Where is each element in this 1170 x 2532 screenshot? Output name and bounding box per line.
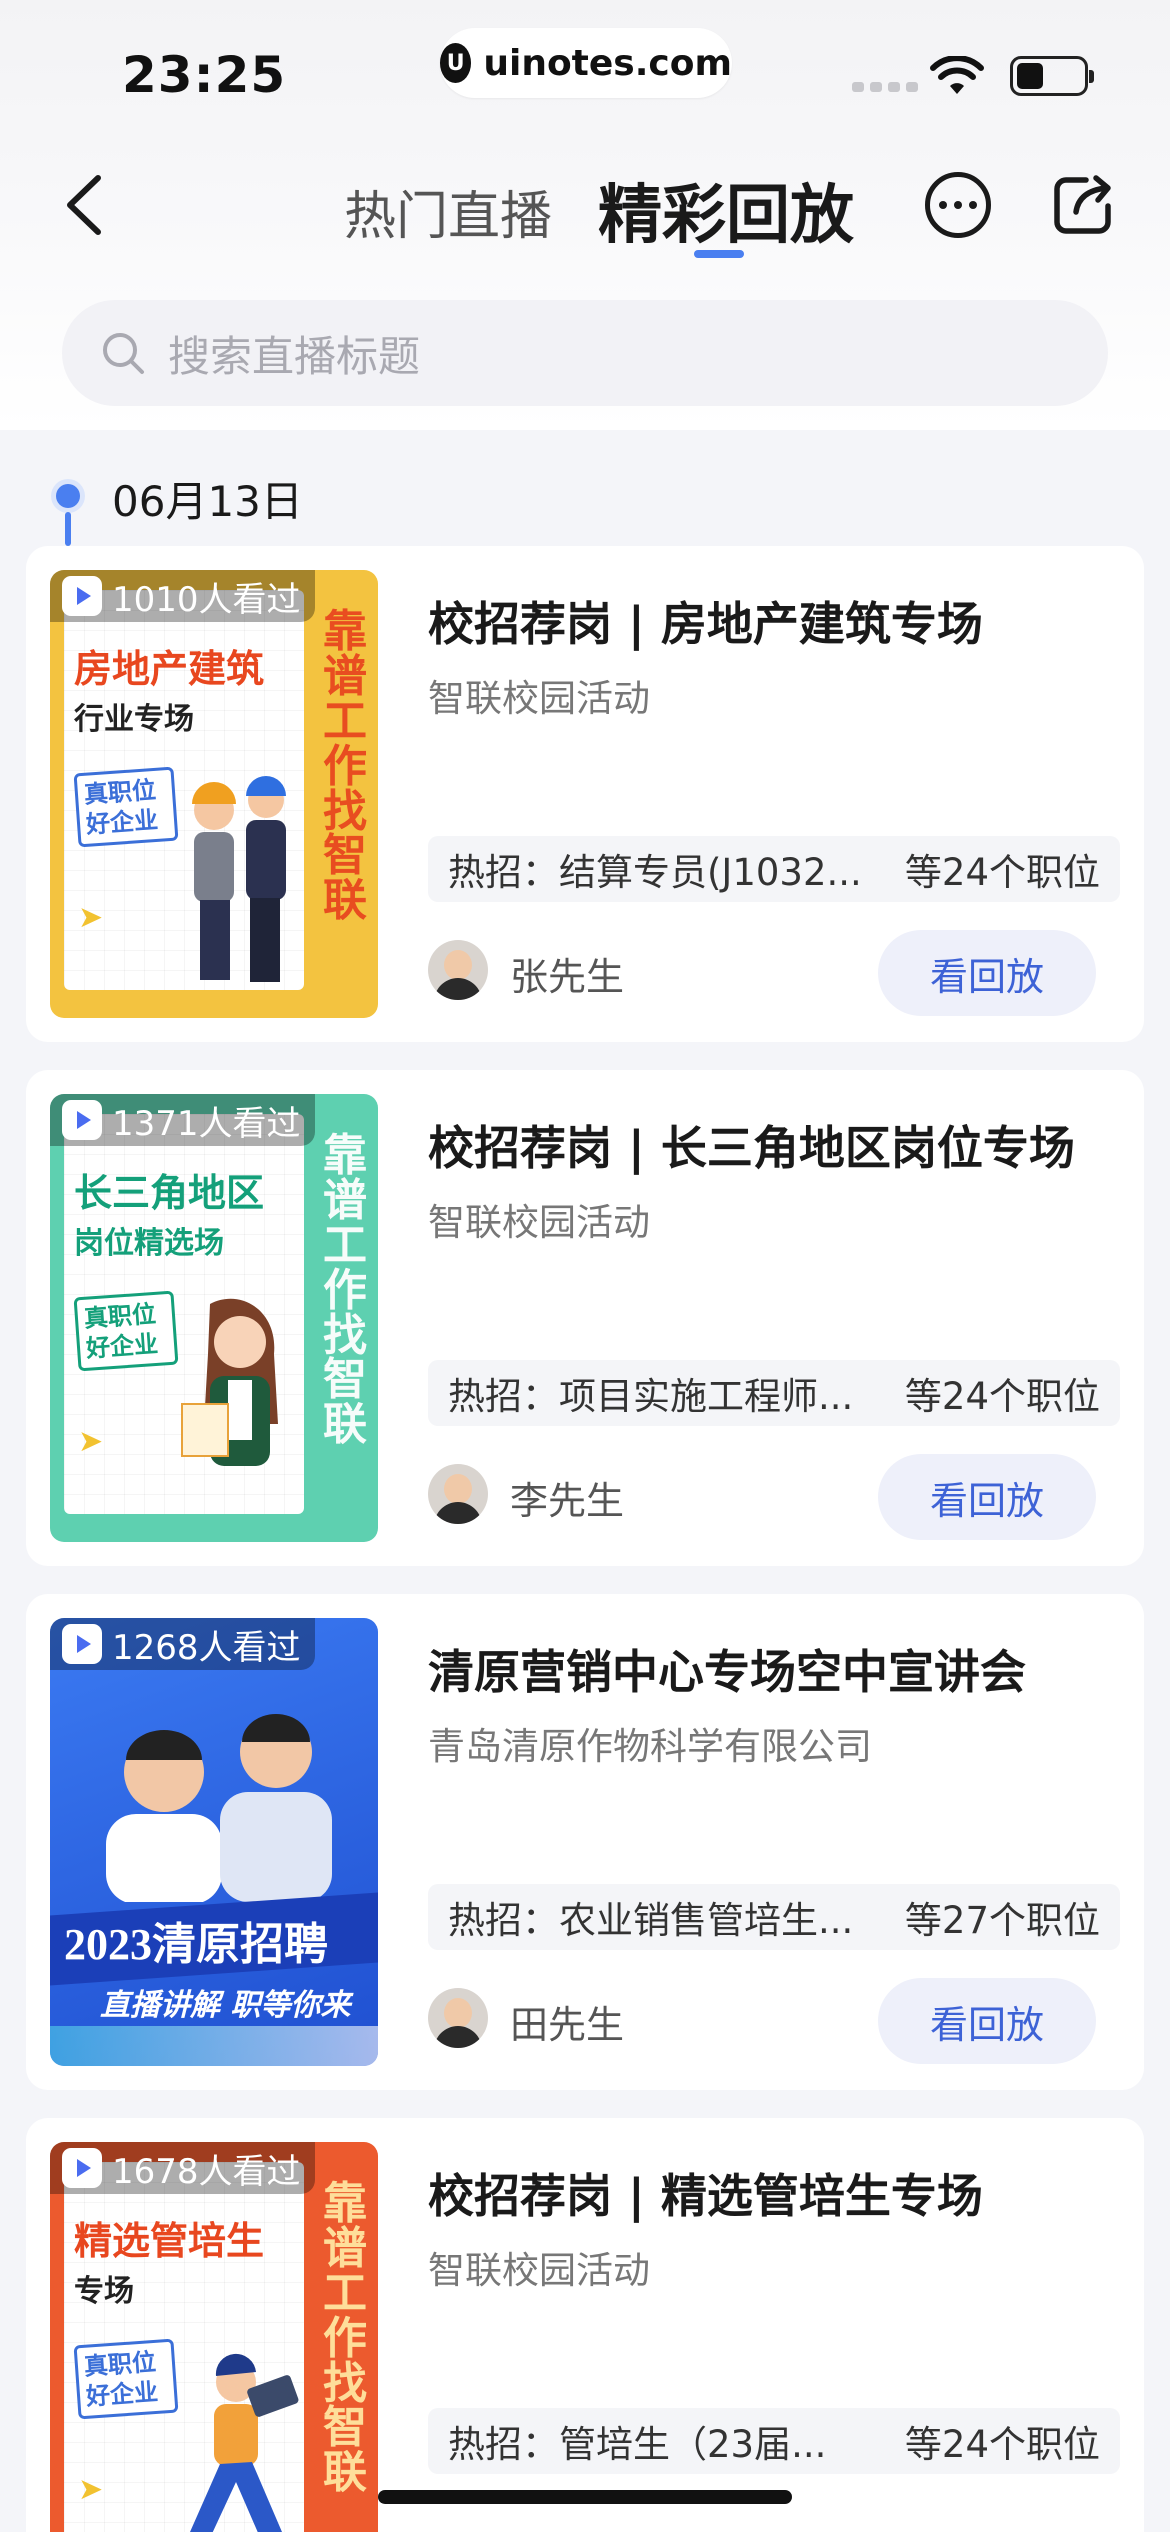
view-count: 1678人看过 <box>112 2151 301 2192</box>
hot-job-count: 等24个职位 <box>904 2423 1100 2466</box>
thumbnail-slogan: 靠谱工作找智联 <box>323 606 367 927</box>
play-icon <box>62 1100 102 1140</box>
hot-job-text: 热招：结算专员(J1032... <box>448 851 862 894</box>
hot-job-text: 热招：农业销售管培生... <box>448 1899 854 1942</box>
thumbnail-headline: 2023清原招聘 <box>64 1920 328 1969</box>
card-thumbnail[interactable]: 长三角地区 岗位精选场 真职位 好企业 靠谱工作找智联 ➤ <box>50 1094 378 1542</box>
replay-card[interactable]: 房地产建筑 行业专场 真职位 好企业 靠谱工作找智联 ➤ 1010人看过 校招荐… <box>26 546 1144 1042</box>
site-logo-icon: U <box>440 43 472 83</box>
timeline-dot <box>56 484 80 508</box>
tab-replay[interactable]: 精彩回放 <box>598 164 854 256</box>
hot-job-text: 热招：项目实施工程师... <box>448 1375 854 1418</box>
host-name: 张先生 <box>510 955 625 999</box>
thumbnail-headline: 长三角地区 <box>74 1171 265 1215</box>
replay-card[interactable]: 2023清原招聘 直播讲解 职等你来 1268人看过 清原营销中心专场空中宣讲会… <box>26 1594 1144 2090</box>
hot-jobs-row: 热招：农业销售管培生... 等27个职位 <box>428 1884 1120 1950</box>
thumbnail-headline: 房地产建筑 <box>74 647 265 691</box>
home-indicator[interactable] <box>378 2490 792 2504</box>
thumbnail-tag: 真职位 好企业 <box>73 766 179 848</box>
timeline-line <box>65 512 71 546</box>
view-count: 1268人看过 <box>112 1627 301 1668</box>
watch-replay-button[interactable]: 看回放 <box>878 930 1096 1016</box>
thumbnail-tag: 真职位 好企业 <box>73 1290 179 1372</box>
replay-card[interactable]: 长三角地区 岗位精选场 真职位 好企业 靠谱工作找智联 ➤ 1371人看过 校招… <box>26 1070 1144 1566</box>
view-count-badge: 1678人看过 <box>50 2142 315 2194</box>
search-placeholder: 搜索直播标题 <box>168 331 421 381</box>
host-name: 李先生 <box>510 1479 625 1523</box>
thumbnail-subheadline: 行业专场 <box>74 702 194 737</box>
view-count: 1371人看过 <box>112 1103 301 1144</box>
hot-job-count: 等27个职位 <box>904 1899 1100 1942</box>
thumbnail-subheadline: 直播讲解 职等你来 <box>100 1988 351 2023</box>
tab-hot-live[interactable]: 热门直播 <box>344 174 552 249</box>
url-pill[interactable]: U uinotes.com <box>440 28 732 98</box>
search-icon <box>103 333 144 374</box>
runner-illustration <box>190 2353 299 2532</box>
card-title[interactable]: 清原营销中心专场空中宣讲会 <box>428 1636 1026 1702</box>
paper-plane-icon: ➤ <box>78 2472 104 2507</box>
url-text: uinotes.com <box>483 42 732 84</box>
card-organizer: 青岛清原作物科学有限公司 <box>428 1725 872 1768</box>
date-group-label: 06月13日 <box>112 477 303 526</box>
active-tab-indicator <box>694 250 744 258</box>
woman-illustration <box>181 1298 278 1466</box>
view-count-badge: 1010人看过 <box>50 570 315 622</box>
thumbnail-subheadline: 岗位精选场 <box>74 1226 224 1261</box>
card-organizer: 智联校园活动 <box>428 1201 650 1244</box>
paper-plane-icon: ➤ <box>78 1424 104 1459</box>
thumbnail-slogan: 靠谱工作找智联 <box>323 1130 367 1451</box>
hot-jobs-row: 热招：项目实施工程师... 等24个职位 <box>428 1360 1120 1426</box>
card-title[interactable]: 校招荐岗 | 精选管培生专场 <box>428 2160 983 2226</box>
paper-plane-icon: ➤ <box>78 900 104 935</box>
card-thumbnail[interactable]: 精选管培生 专场 真职位 好企业 靠谱工作找智联 ➤ <box>50 2142 378 2532</box>
watch-replay-button[interactable]: 看回放 <box>878 1978 1096 2064</box>
search-input[interactable]: 搜索直播标题 <box>62 300 1108 406</box>
play-icon <box>62 576 102 616</box>
play-icon <box>62 1624 102 1664</box>
thumbnail-headline: 精选管培生 <box>74 2219 265 2263</box>
card-thumbnail[interactable]: 2023清原招聘 直播讲解 职等你来 <box>50 1618 378 2066</box>
hot-job-count: 等24个职位 <box>904 851 1100 894</box>
view-count-badge: 1268人看过 <box>50 1618 315 1670</box>
more-options-icon[interactable] <box>925 172 991 238</box>
share-icon[interactable] <box>1050 172 1116 238</box>
hot-job-count: 等24个职位 <box>904 1375 1100 1418</box>
watch-replay-button[interactable]: 看回放 <box>878 1454 1096 1540</box>
card-thumbnail[interactable]: 房地产建筑 行业专场 真职位 好企业 靠谱工作找智联 ➤ <box>50 570 378 1018</box>
thumbnail-subheadline: 专场 <box>74 2274 134 2309</box>
hot-job-text: 热招：管培生（23届... <box>448 2423 827 2466</box>
host-name: 田先生 <box>510 2003 625 2047</box>
hot-jobs-row: 热招：结算专员(J1032... 等24个职位 <box>428 836 1120 902</box>
wifi-icon <box>930 56 984 94</box>
cellular-signal-icon <box>852 82 918 92</box>
view-count-badge: 1371人看过 <box>50 1094 315 1146</box>
card-organizer: 智联校园活动 <box>428 677 650 720</box>
status-time: 23:25 <box>122 46 287 104</box>
speakers-photo <box>106 1714 332 1902</box>
card-title[interactable]: 校招荐岗 | 长三角地区岗位专场 <box>428 1112 1075 1178</box>
avatar <box>428 1988 488 2048</box>
play-icon <box>62 2148 102 2188</box>
avatar <box>428 1464 488 1524</box>
replay-card[interactable]: 精选管培生 专场 真职位 好企业 靠谱工作找智联 ➤ 1678人看过 校招荐岗 … <box>26 2118 1144 2532</box>
card-organizer: 智联校园活动 <box>428 2249 650 2292</box>
back-arrow-icon[interactable] <box>60 172 110 238</box>
view-count: 1010人看过 <box>112 579 301 620</box>
card-title[interactable]: 校招荐岗 | 房地产建筑专场 <box>428 588 983 654</box>
hot-jobs-row: 热招：管培生（23届... 等24个职位 <box>428 2408 1120 2474</box>
thumbnail-slogan: 靠谱工作找智联 <box>323 2178 367 2499</box>
thumbnail-tag: 真职位 好企业 <box>73 2338 179 2420</box>
worker-illustration <box>192 776 286 982</box>
battery-icon <box>1010 56 1094 96</box>
avatar <box>428 940 488 1000</box>
